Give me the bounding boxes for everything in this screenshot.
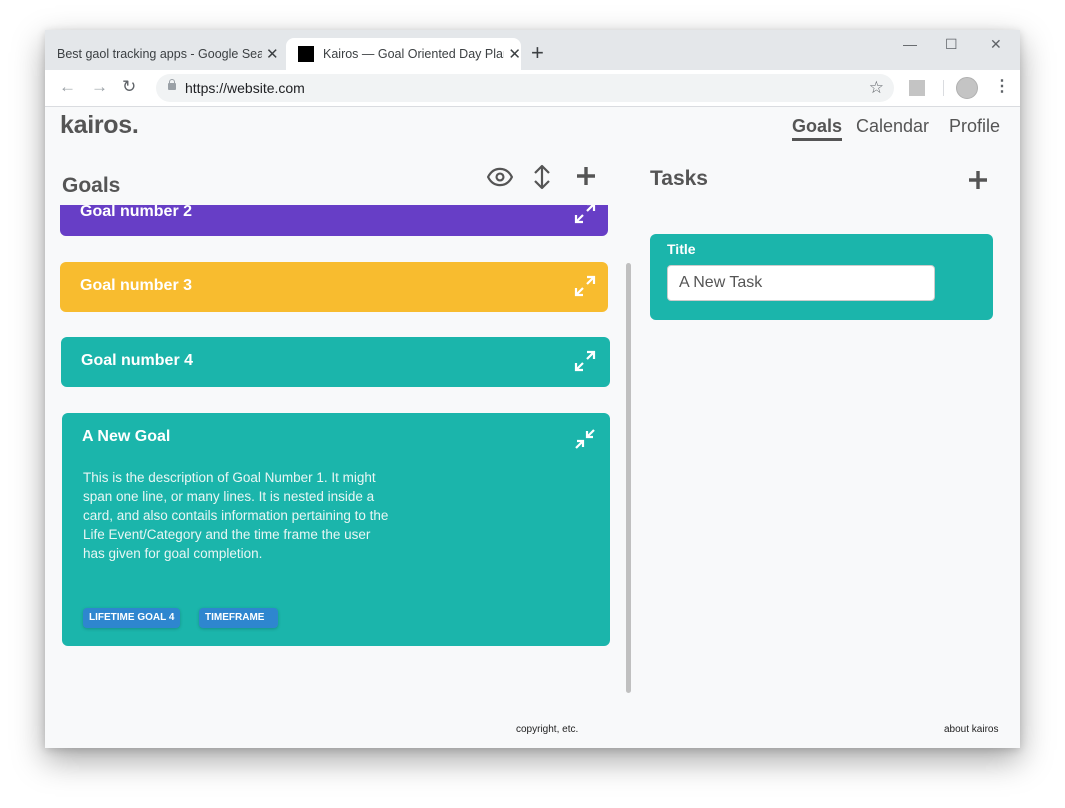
task-title-input[interactable] bbox=[667, 265, 935, 301]
tab-google-search[interactable]: Best gaol tracking apps - Google Search … bbox=[45, 38, 283, 70]
tab-title: Best gaol tracking apps - Google Search bbox=[57, 47, 262, 61]
forward-icon[interactable]: → bbox=[91, 78, 108, 96]
expand-icon[interactable] bbox=[574, 350, 596, 372]
close-tab-icon[interactable]: ✕ bbox=[508, 45, 521, 63]
extension-icon[interactable] bbox=[909, 80, 925, 96]
url-text[interactable]: https://website.com bbox=[185, 80, 305, 96]
goal-title: Goal number 3 bbox=[80, 277, 193, 294]
timeframe-badge[interactable]: TIMEFRAME bbox=[199, 608, 279, 628]
eye-icon[interactable] bbox=[486, 164, 514, 195]
goal-card[interactable]: Goal number 4 bbox=[61, 337, 610, 387]
copyright-text: copyright, etc. bbox=[516, 724, 579, 735]
goal-card-expanded[interactable]: A New Goal This is the description of Go… bbox=[62, 413, 610, 646]
toolbar-divider bbox=[943, 80, 944, 96]
tab-kairos[interactable]: Kairos — Goal Oriented Day Planner ✕ bbox=[286, 38, 521, 70]
logo[interactable]: kairos. bbox=[60, 111, 139, 140]
favicon-icon bbox=[298, 46, 314, 62]
goal-title: Goal number 2 bbox=[80, 205, 193, 220]
about-link[interactable]: about kairos bbox=[944, 724, 998, 735]
address-bar[interactable]: https://website.com ☆ bbox=[156, 74, 894, 102]
reload-icon[interactable]: ↻ bbox=[122, 78, 136, 96]
collapse-icon[interactable] bbox=[574, 428, 596, 450]
lock-icon bbox=[168, 79, 176, 90]
nav-calendar[interactable]: Calendar bbox=[856, 116, 929, 137]
category-badge[interactable]: LIFETIME GOAL 4 bbox=[83, 608, 181, 628]
goal-list: Goal number 2 Goal number 3 Goal number … bbox=[60, 205, 620, 725]
page-content: kairos. Goals Calendar Profile Goals Goa… bbox=[45, 107, 1020, 748]
nav-goals[interactable]: Goals bbox=[792, 116, 843, 141]
nav-profile[interactable]: Profile bbox=[949, 116, 1000, 137]
goal-title: A New Goal bbox=[82, 428, 171, 445]
bookmark-star-icon[interactable]: ☆ bbox=[869, 78, 884, 98]
add-goal-icon[interactable] bbox=[575, 165, 597, 192]
goal-card[interactable]: Goal number 3 bbox=[60, 262, 608, 312]
tasks-heading: Tasks bbox=[650, 167, 708, 190]
minimize-icon[interactable]: — bbox=[903, 36, 917, 52]
browser-toolbar: ← → ↻ https://website.com ☆ ⋮ bbox=[45, 70, 1020, 107]
goal-list-scrollbar[interactable] bbox=[626, 263, 631, 693]
close-window-icon[interactable]: ✕ bbox=[990, 36, 1002, 53]
tab-strip: Best gaol tracking apps - Google Search … bbox=[45, 30, 1020, 70]
goal-card[interactable]: Goal number 2 bbox=[60, 205, 608, 236]
close-tab-icon[interactable]: ✕ bbox=[266, 45, 279, 63]
sort-icon[interactable] bbox=[532, 163, 552, 196]
expand-icon[interactable] bbox=[574, 205, 596, 224]
tab-title: Kairos — Goal Oriented Day Planner bbox=[323, 47, 504, 61]
task-title-label: Title bbox=[667, 241, 696, 257]
goals-heading: Goals bbox=[62, 174, 121, 197]
goal-description: This is the description of Goal Number 1… bbox=[83, 470, 389, 561]
profile-avatar[interactable] bbox=[956, 77, 978, 99]
new-task-card: Title bbox=[650, 234, 993, 320]
browser-window: Best gaol tracking apps - Google Search … bbox=[45, 30, 1020, 748]
new-tab-button[interactable]: + bbox=[531, 42, 544, 64]
goal-title: Goal number 4 bbox=[81, 352, 194, 369]
add-task-icon[interactable] bbox=[967, 169, 989, 196]
back-icon[interactable]: ← bbox=[59, 78, 76, 96]
menu-icon[interactable]: ⋮ bbox=[994, 78, 1010, 96]
maximize-icon[interactable]: ☐ bbox=[945, 36, 958, 53]
expand-icon[interactable] bbox=[574, 275, 596, 297]
